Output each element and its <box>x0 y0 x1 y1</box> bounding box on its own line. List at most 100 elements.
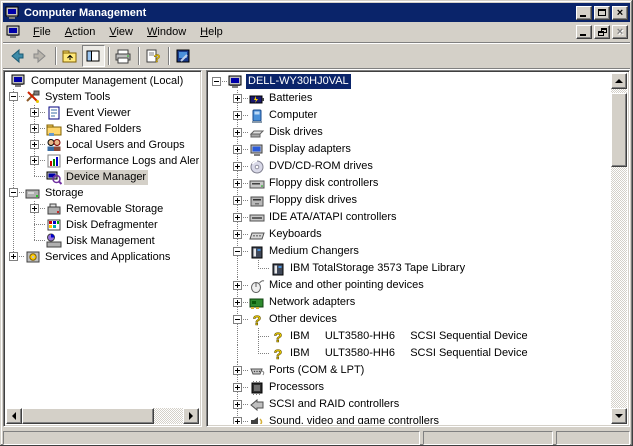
maximize-button[interactable] <box>594 6 610 20</box>
expand-toggle[interactable] <box>30 121 46 137</box>
expand-toggle[interactable] <box>30 201 46 217</box>
tree-item-label[interactable]: Computer <box>267 108 319 123</box>
expand-toggle[interactable] <box>233 175 249 192</box>
minimize-button[interactable] <box>576 25 592 39</box>
tree-item-label[interactable]: IBM ULT3580-HH6 SCSI Sequential Device <box>288 329 530 344</box>
tree-item-label[interactable]: Disk Defragmenter <box>64 218 160 233</box>
collapse-toggle[interactable] <box>233 243 249 260</box>
tree-item-computer[interactable]: Computer <box>212 107 611 124</box>
tree-item-system-tools[interactable]: System Tools <box>9 89 199 105</box>
expand-toggle[interactable] <box>233 396 249 413</box>
tree-item-ibm-ult3580-hh6-scsi-sequential-device[interactable]: ?IBM ULT3580-HH6 SCSI Sequential Device <box>212 345 611 362</box>
tree-item-ports-com-lpt[interactable]: Ports (COM & LPT) <box>212 362 611 379</box>
expand-toggle[interactable] <box>233 277 249 294</box>
scroll-down-button[interactable] <box>611 408 627 424</box>
help-button[interactable]: ? <box>142 45 165 67</box>
tree-item-other-devices[interactable]: ?Other devices <box>212 311 611 328</box>
expand-toggle[interactable] <box>233 362 249 379</box>
tree-item-ide-ata-atapi-controllers[interactable]: IDE ATA/ATAPI controllers <box>212 209 611 226</box>
collapse-toggle[interactable] <box>212 73 228 90</box>
show-hide-console-tree-button[interactable] <box>82 45 105 67</box>
tree-item-processors[interactable]: Processors <box>212 379 611 396</box>
tree-item-scsi-and-raid-controllers[interactable]: SCSI and RAID controllers <box>212 396 611 413</box>
menu-help[interactable]: Help <box>193 24 230 41</box>
tree-item-label[interactable]: Local Users and Groups <box>64 138 187 153</box>
tree-item-disk-defragmenter[interactable]: Disk Defragmenter <box>9 217 199 233</box>
restore-button[interactable] <box>594 25 610 39</box>
back-button[interactable] <box>6 45 29 67</box>
menu-window[interactable]: Window <box>140 24 193 41</box>
tree-item-disk-management[interactable]: Disk Management <box>9 233 199 249</box>
scroll-right-button[interactable] <box>183 408 199 424</box>
close-button[interactable]: × <box>612 25 628 39</box>
expand-toggle[interactable] <box>233 294 249 311</box>
expand-toggle[interactable] <box>233 379 249 396</box>
tree-item-label[interactable]: IBM TotalStorage 3573 Tape Library <box>288 261 467 276</box>
tree-item-batteries[interactable]: Batteries <box>212 90 611 107</box>
collapse-toggle[interactable] <box>9 89 25 105</box>
tree-item-label[interactable]: IBM ULT3580-HH6 SCSI Sequential Device <box>288 346 530 361</box>
expand-toggle[interactable] <box>233 209 249 226</box>
collapse-toggle[interactable] <box>9 185 25 201</box>
tree-item-label[interactable]: Disk Management <box>64 234 157 249</box>
scroll-up-button[interactable] <box>611 73 627 89</box>
tree-item-label[interactable]: Display adapters <box>267 142 353 157</box>
tree-item-keyboards[interactable]: Keyboards <box>212 226 611 243</box>
tree-item-local-users-and-groups[interactable]: Local Users and Groups <box>9 137 199 153</box>
up-one-level-button[interactable] <box>59 45 82 67</box>
expand-toggle[interactable] <box>233 141 249 158</box>
tree-item-label[interactable]: Medium Changers <box>267 244 361 259</box>
tree-item-label[interactable]: Performance Logs and Alerts <box>64 154 199 169</box>
tree-item-removable-storage[interactable]: Removable Storage <box>9 201 199 217</box>
vertical-scroll-thumb[interactable] <box>611 93 627 167</box>
expand-toggle[interactable] <box>233 413 249 424</box>
expand-toggle[interactable] <box>30 153 46 169</box>
expand-toggle[interactable] <box>233 158 249 175</box>
collapse-toggle[interactable] <box>233 311 249 328</box>
tree-item-label[interactable]: Batteries <box>267 91 314 106</box>
tree-item-label[interactable]: System Tools <box>43 90 112 105</box>
tree-item-ibm-totalstorage-3573-tape-library[interactable]: IBM TotalStorage 3573 Tape Library <box>212 260 611 277</box>
close-button[interactable]: × <box>612 6 628 20</box>
tree-item-floppy-disk-drives[interactable]: Floppy disk drives <box>212 192 611 209</box>
expand-toggle[interactable] <box>233 192 249 209</box>
tree-item-ibm-ult3580-hh6-scsi-sequential-device[interactable]: ?IBM ULT3580-HH6 SCSI Sequential Device <box>212 328 611 345</box>
expand-toggle[interactable] <box>233 226 249 243</box>
tree-item-label[interactable]: DELL-WY30HJ0VAL <box>246 74 351 89</box>
expand-toggle[interactable] <box>233 124 249 141</box>
tree-item-label[interactable]: Floppy disk drives <box>267 193 359 208</box>
expand-toggle[interactable] <box>233 107 249 124</box>
tree-item-services-and-applications[interactable]: Services and Applications <box>9 249 199 265</box>
tree-item-label[interactable]: Ports (COM & LPT) <box>267 363 366 378</box>
tree-item-label[interactable]: Shared Folders <box>64 122 143 137</box>
tree-item-label[interactable]: Event Viewer <box>64 106 133 121</box>
tree-item-label[interactable]: Computer Management (Local) <box>29 74 185 89</box>
tree-item-label[interactable]: SCSI and RAID controllers <box>267 397 401 412</box>
horizontal-scrollbar[interactable] <box>6 408 199 424</box>
tree-item-mice-and-other-pointing-devices[interactable]: Mice and other pointing devices <box>212 277 611 294</box>
tree-item-disk-drives[interactable]: Disk drives <box>212 124 611 141</box>
menu-action[interactable]: Action <box>58 24 103 41</box>
tree-item-medium-changers[interactable]: Medium Changers <box>212 243 611 260</box>
tree-item-performance-logs-and-alerts[interactable]: Performance Logs and Alerts <box>9 153 199 169</box>
tree-item-label[interactable]: Network adapters <box>267 295 357 310</box>
tree-item-storage[interactable]: Storage <box>9 185 199 201</box>
tree-item-label[interactable]: Other devices <box>267 312 339 327</box>
computer-icon[interactable] <box>6 24 22 40</box>
menu-file[interactable]: File <box>26 24 58 41</box>
title-bar[interactable]: Computer Management × <box>3 3 630 22</box>
menu-view[interactable]: View <box>102 24 140 41</box>
expand-toggle[interactable] <box>30 105 46 121</box>
tree-item-label[interactable]: Keyboards <box>267 227 324 242</box>
computer-magnifier-button[interactable] <box>172 45 195 67</box>
print-button[interactable] <box>112 45 135 67</box>
scroll-left-button[interactable] <box>6 408 22 424</box>
tree-item-label[interactable]: Floppy disk controllers <box>267 176 380 191</box>
tree-item-label[interactable]: Services and Applications <box>43 250 172 265</box>
tree-item-label[interactable]: Sound, video and game controllers <box>267 414 441 424</box>
tree-item-label[interactable]: IDE ATA/ATAPI controllers <box>267 210 399 225</box>
tree-item-label[interactable]: Disk drives <box>267 125 325 140</box>
expand-toggle[interactable] <box>9 249 25 265</box>
tree-item-device-manager[interactable]: Device Manager <box>9 169 199 185</box>
tree-item-label[interactable]: Device Manager <box>64 170 148 185</box>
